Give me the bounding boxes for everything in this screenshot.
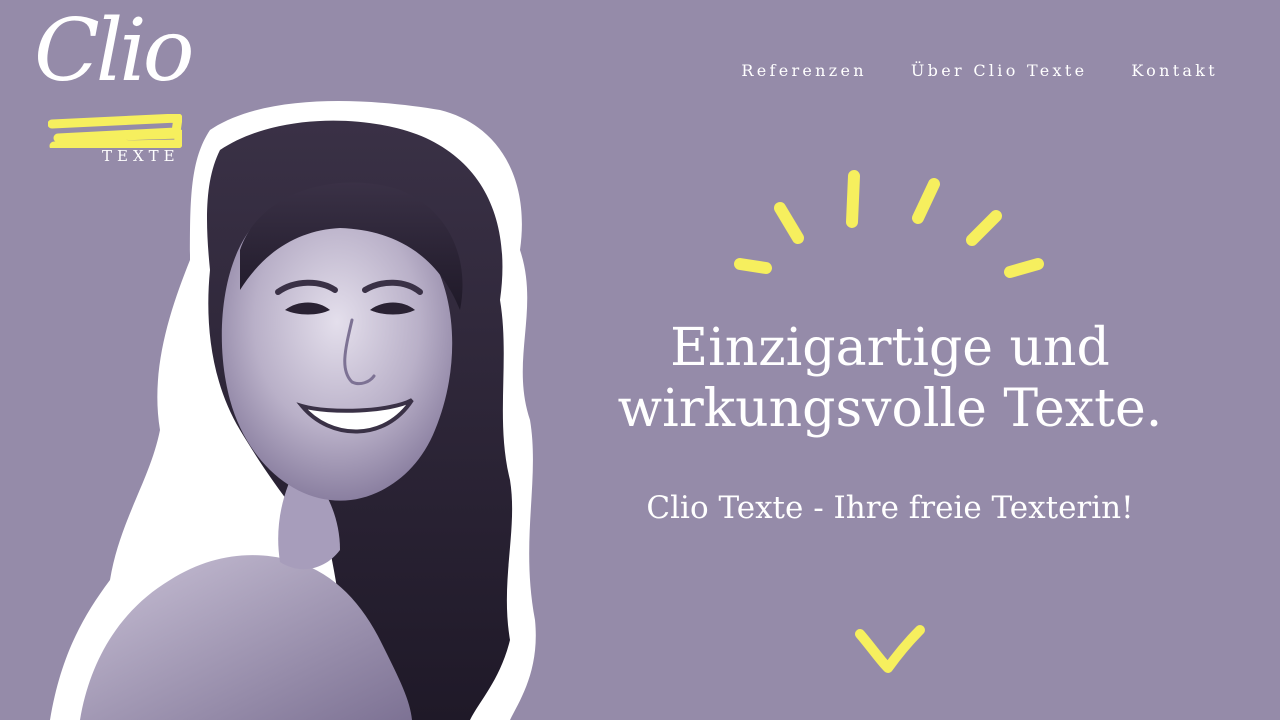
hero-subline: Clio Texte - Ihre freie Texterin! bbox=[646, 490, 1134, 526]
hero-headline-line2: wirkungsvolle Texte. bbox=[617, 379, 1163, 439]
nav-item-referenzen[interactable]: Referenzen bbox=[741, 61, 867, 80]
sunburst-icon bbox=[734, 170, 1044, 278]
nav-item-kontakt[interactable]: Kontakt bbox=[1131, 61, 1218, 80]
hero-headline-line1: Einzigartige und bbox=[670, 318, 1110, 378]
main-nav: Referenzen Über Clio Texte Kontakt bbox=[741, 61, 1218, 80]
hero-headline: Einzigartige und wirkungsvolle Texte. bbox=[560, 318, 1220, 440]
landing-page: Clio TEXTE Referenzen Über Clio Texte Ko… bbox=[0, 0, 1280, 720]
portrait-photo bbox=[50, 101, 536, 720]
nav-item-ueber-clio-texte[interactable]: Über Clio Texte bbox=[911, 61, 1087, 80]
chevron-down-icon[interactable] bbox=[852, 620, 928, 676]
logo-script: Clio bbox=[34, 1, 195, 101]
